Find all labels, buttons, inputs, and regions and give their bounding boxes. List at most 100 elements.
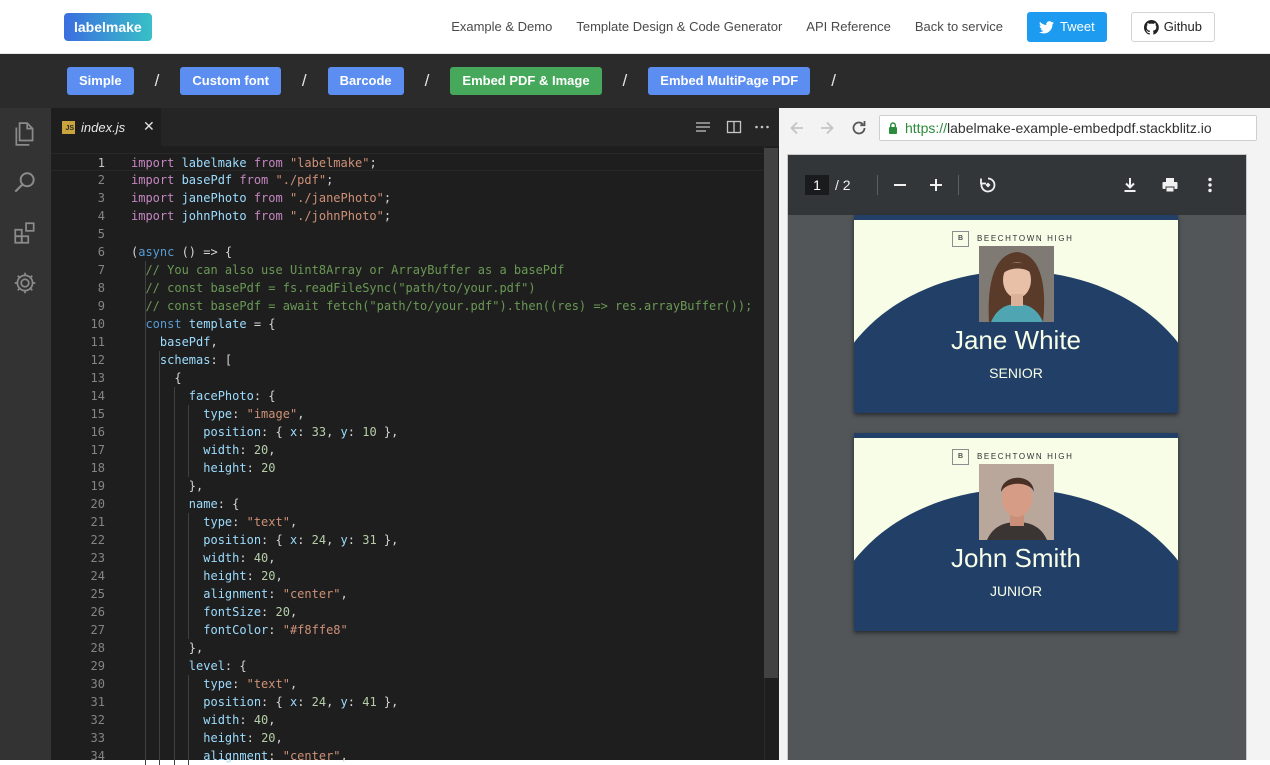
code-line[interactable]: 13 { xyxy=(51,369,763,387)
nav-link-template-design[interactable]: Template Design & Code Generator xyxy=(576,12,782,42)
code-line[interactable]: 19 }, xyxy=(51,477,763,495)
extensions-icon[interactable] xyxy=(12,220,38,246)
more-options-icon[interactable] xyxy=(1200,175,1220,195)
line-number: 27 xyxy=(90,623,105,637)
code-line[interactable]: 7 // You can also use Uint8Array or Arra… xyxy=(51,261,763,279)
code-line[interactable]: 12 schemas: [ xyxy=(51,351,763,369)
code-line[interactable]: 2 import basePdf from "./pdf"; xyxy=(51,171,763,189)
code-line[interactable]: 34 alignment: "center", xyxy=(51,747,763,765)
github-button[interactable]: Github xyxy=(1130,12,1215,42)
example-embed-multipage-pdf-button[interactable]: Embed MultiPage PDF xyxy=(648,67,811,95)
nav-link-back-to-service[interactable]: Back to service xyxy=(915,12,1003,42)
code-line[interactable]: 33 height: 20, xyxy=(51,729,763,747)
face-photo xyxy=(979,464,1054,540)
code-line[interactable]: 17 width: 20, xyxy=(51,441,763,459)
code-line[interactable]: 20 name: { xyxy=(51,495,763,513)
activity-bar xyxy=(0,108,51,760)
forward-arrow-icon[interactable] xyxy=(817,118,837,138)
close-tab-icon[interactable]: ✕ xyxy=(143,118,155,135)
outline-icon[interactable] xyxy=(694,118,712,136)
editor-scrollbar[interactable] xyxy=(764,148,778,678)
line-number: 13 xyxy=(90,371,105,385)
code-line[interactable]: 32 width: 40, xyxy=(51,711,763,729)
line-number: 9 xyxy=(97,299,105,313)
url-bar[interactable]: https://labelmake-example-embedpdf.stack… xyxy=(879,115,1257,141)
badge-top-strip xyxy=(854,433,1178,438)
code-text: fontSize: 20, xyxy=(203,605,298,619)
brand-logo[interactable]: labelmake xyxy=(64,13,152,41)
nav-link-api-reference[interactable]: API Reference xyxy=(806,12,891,42)
indent-guide xyxy=(174,387,175,765)
github-icon xyxy=(1143,19,1159,35)
code-text: import janePhoto from "./janePhoto"; xyxy=(131,191,392,205)
pdf-page-badge: B BEECHTOWN HIGH Jane White SENIOR xyxy=(854,215,1178,413)
example-barcode-button[interactable]: Barcode xyxy=(327,67,404,95)
line-number: 12 xyxy=(90,353,105,367)
code-line[interactable]: 10 const template = { xyxy=(51,315,763,333)
download-icon[interactable] xyxy=(1120,175,1140,195)
code-line[interactable]: 22 position: { x: 24, y: 31 }, xyxy=(51,531,763,549)
code-line[interactable]: 23 width: 40, xyxy=(51,549,763,567)
code-text: // const basePdf = fs.readFileSync("path… xyxy=(145,281,536,295)
line-number: 21 xyxy=(90,515,105,529)
search-icon[interactable] xyxy=(12,170,38,196)
example-embed-pdf-image-button[interactable]: Embed PDF & Image xyxy=(450,67,602,95)
code-line[interactable]: 26 fontSize: 20, xyxy=(51,603,763,621)
code-line[interactable]: 4 import johnPhoto from "./johnPhoto"; xyxy=(51,207,763,225)
page-number-input[interactable]: 1 xyxy=(805,175,829,195)
code-text: schemas: [ xyxy=(159,353,233,367)
code-line[interactable]: 25 alignment: "center", xyxy=(51,585,763,603)
code-line[interactable]: 1 import labelmake from "labelmake"; xyxy=(51,153,763,171)
code-line[interactable]: 8 // const basePdf = fs.readFileSync("pa… xyxy=(51,279,763,297)
code-line[interactable]: 31 position: { x: 24, y: 41 }, xyxy=(51,693,763,711)
tweet-button[interactable]: Tweet xyxy=(1027,12,1107,42)
split-editor-icon[interactable] xyxy=(725,118,743,136)
code-line[interactable]: 24 height: 20, xyxy=(51,567,763,585)
examples-bar: Simple / Custom font / Barcode / Embed P… xyxy=(0,54,1270,108)
code-line[interactable]: 30 type: "text", xyxy=(51,675,763,693)
indent-guide xyxy=(145,261,146,765)
example-simple-button[interactable]: Simple xyxy=(67,67,134,95)
code-line[interactable]: 18 height: 20 xyxy=(51,459,763,477)
code-line[interactable]: 3 import janePhoto from "./janePhoto"; xyxy=(51,189,763,207)
badge-name: Jane White xyxy=(950,325,1082,355)
toolbar-divider xyxy=(877,175,878,195)
code-text: width: 40, xyxy=(203,551,276,565)
reload-icon[interactable] xyxy=(849,118,869,138)
url-scheme: https:// xyxy=(905,120,948,136)
code-line[interactable]: 6 (async () => { xyxy=(51,243,763,261)
pdf-pages[interactable]: B BEECHTOWN HIGH Jane White SENIOR B BEE… xyxy=(788,215,1246,760)
print-icon[interactable] xyxy=(1160,175,1180,195)
code-text: position: { x: 24, y: 41 }, xyxy=(203,695,399,709)
code-text: alignment: "center", xyxy=(203,587,348,601)
code-line[interactable]: 29 level: { xyxy=(51,657,763,675)
line-number: 5 xyxy=(97,227,105,241)
more-actions-icon[interactable] xyxy=(753,118,771,136)
code-line[interactable]: 5 xyxy=(51,225,763,243)
zoom-in-icon[interactable] xyxy=(926,175,946,195)
tab-label: index.js xyxy=(81,119,126,135)
line-number: 10 xyxy=(90,317,105,331)
code-line[interactable]: 14 facePhoto: { xyxy=(51,387,763,405)
code-line[interactable]: 16 position: { x: 33, y: 10 }, xyxy=(51,423,763,441)
badge-level: SENIOR xyxy=(989,365,1043,381)
rotate-icon[interactable] xyxy=(978,175,998,195)
code-text: import labelmake from "labelmake"; xyxy=(131,156,377,170)
back-arrow-icon[interactable] xyxy=(787,118,807,138)
code-area[interactable]: 1 import labelmake from "labelmake"; 2 impo… xyxy=(51,146,779,765)
code-line[interactable]: 28 }, xyxy=(51,639,763,657)
files-icon[interactable] xyxy=(12,121,38,147)
zoom-out-icon[interactable] xyxy=(890,175,910,195)
github-label: Github xyxy=(1163,19,1202,34)
tab-index-js[interactable]: JS index.js ✕ xyxy=(51,108,161,146)
code-line[interactable]: 15 type: "image", xyxy=(51,405,763,423)
code-line[interactable]: 9 // const basePdf = await fetch("path/t… xyxy=(51,297,763,315)
settings-gear-icon[interactable] xyxy=(12,270,38,296)
school-name: BEECHTOWN HIGH xyxy=(977,452,1074,461)
line-number: 22 xyxy=(90,533,105,547)
code-line[interactable]: 11 basePdf, xyxy=(51,333,763,351)
nav-link-example-demo[interactable]: Example & Demo xyxy=(451,12,552,42)
example-custom-font-button[interactable]: Custom font xyxy=(180,67,281,95)
code-line[interactable]: 27 fontColor: "#f8ffe8" xyxy=(51,621,763,639)
code-line[interactable]: 21 type: "text", xyxy=(51,513,763,531)
